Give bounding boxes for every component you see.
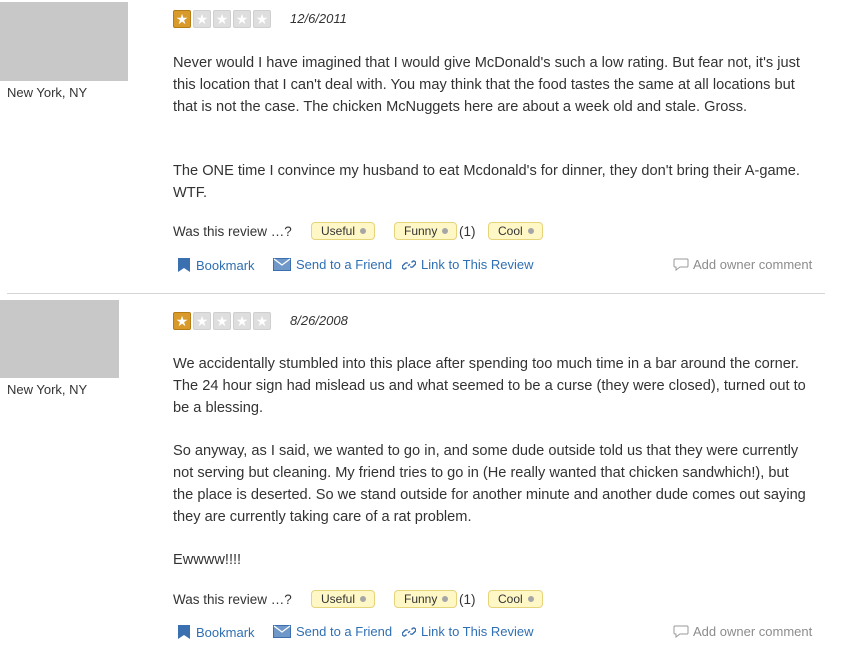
send-to-friend-link[interactable]: Send to a Friend xyxy=(273,624,392,639)
owner-comment-label: Add owner comment xyxy=(693,624,813,639)
send-label: Send to a Friend xyxy=(296,624,393,639)
cool-label: Cool xyxy=(498,224,523,238)
dot-icon xyxy=(360,228,367,234)
bookmark-label: Bookmark xyxy=(196,257,255,273)
star-empty-icon: ★ xyxy=(253,10,271,28)
useful-label: Useful xyxy=(321,592,356,606)
link-to-review[interactable]: Link to This Review xyxy=(402,257,533,272)
feedback-prompt: Was this review …? xyxy=(173,592,292,607)
star-empty-icon: ★ xyxy=(193,10,211,28)
bookmark-icon xyxy=(178,258,190,272)
star-empty-icon: ★ xyxy=(213,10,231,28)
link-to-review[interactable]: Link to This Review xyxy=(402,624,533,639)
star-empty-icon: ★ xyxy=(193,312,211,330)
review-date: 12/6/2011 xyxy=(290,11,347,26)
cool-button[interactable]: Cool xyxy=(488,222,543,240)
review-text: Never would I have imagined that I would… xyxy=(173,55,800,115)
feedback-prompt: Was this review …? xyxy=(173,224,292,239)
link-label: Link to This Review xyxy=(421,257,534,272)
star-empty-icon: ★ xyxy=(213,312,231,330)
review-date: 8/26/2008 xyxy=(290,313,348,328)
funny-button[interactable]: Funny xyxy=(394,222,458,240)
funny-count: (1) xyxy=(459,224,476,239)
funny-label: Funny xyxy=(404,224,438,238)
star-rating: ★ ★ ★ ★ ★ xyxy=(173,312,271,330)
review-divider xyxy=(7,293,825,294)
review-text: We accidentally stumbled into this place… xyxy=(173,356,806,416)
speech-bubble-icon xyxy=(673,625,689,638)
star-empty-icon: ★ xyxy=(233,10,251,28)
owner-comment-label: Add owner comment xyxy=(693,257,813,272)
link-label: Link to This Review xyxy=(421,624,534,639)
dot-icon xyxy=(442,596,449,602)
review-text: So anyway, as I said, we wanted to go in… xyxy=(173,443,806,525)
star-empty-icon: ★ xyxy=(233,312,251,330)
dot-icon xyxy=(527,228,534,234)
useful-button[interactable]: Useful xyxy=(311,222,376,240)
avatar[interactable] xyxy=(0,300,119,378)
bookmark-label: Bookmark xyxy=(196,624,255,640)
add-owner-comment-link[interactable]: Add owner comment xyxy=(673,257,812,272)
review-text: The ONE time I convince my husband to ea… xyxy=(173,163,800,201)
star-filled-icon: ★ xyxy=(173,312,191,330)
dot-icon xyxy=(442,228,449,234)
dot-icon xyxy=(527,596,534,602)
chain-link-icon xyxy=(402,626,416,637)
envelope-icon xyxy=(273,625,291,638)
avatar[interactable] xyxy=(0,2,128,81)
review-text: Ewwww!!!! xyxy=(173,552,242,568)
bookmark-link[interactable]: Bookmark xyxy=(177,624,255,640)
speech-bubble-icon xyxy=(673,258,689,271)
funny-count: (1) xyxy=(459,592,476,607)
star-rating: ★ ★ ★ ★ ★ xyxy=(173,10,271,28)
useful-button[interactable]: Useful xyxy=(311,590,376,608)
bookmark-icon xyxy=(178,625,190,639)
envelope-icon xyxy=(273,258,291,271)
useful-label: Useful xyxy=(321,224,356,238)
reviewer-location: New York, NY xyxy=(7,85,88,100)
send-label: Send to a Friend xyxy=(296,257,393,272)
funny-button[interactable]: Funny xyxy=(394,590,458,608)
funny-label: Funny xyxy=(404,592,438,606)
add-owner-comment-link[interactable]: Add owner comment xyxy=(673,624,812,639)
cool-button[interactable]: Cool xyxy=(488,590,543,608)
dot-icon xyxy=(360,596,367,602)
chain-link-icon xyxy=(402,259,416,270)
bookmark-link[interactable]: Bookmark xyxy=(177,257,255,273)
star-filled-icon: ★ xyxy=(173,10,191,28)
reviewer-location: New York, NY xyxy=(7,382,88,397)
star-empty-icon: ★ xyxy=(253,312,271,330)
cool-label: Cool xyxy=(498,592,523,606)
send-to-friend-link[interactable]: Send to a Friend xyxy=(273,257,392,272)
